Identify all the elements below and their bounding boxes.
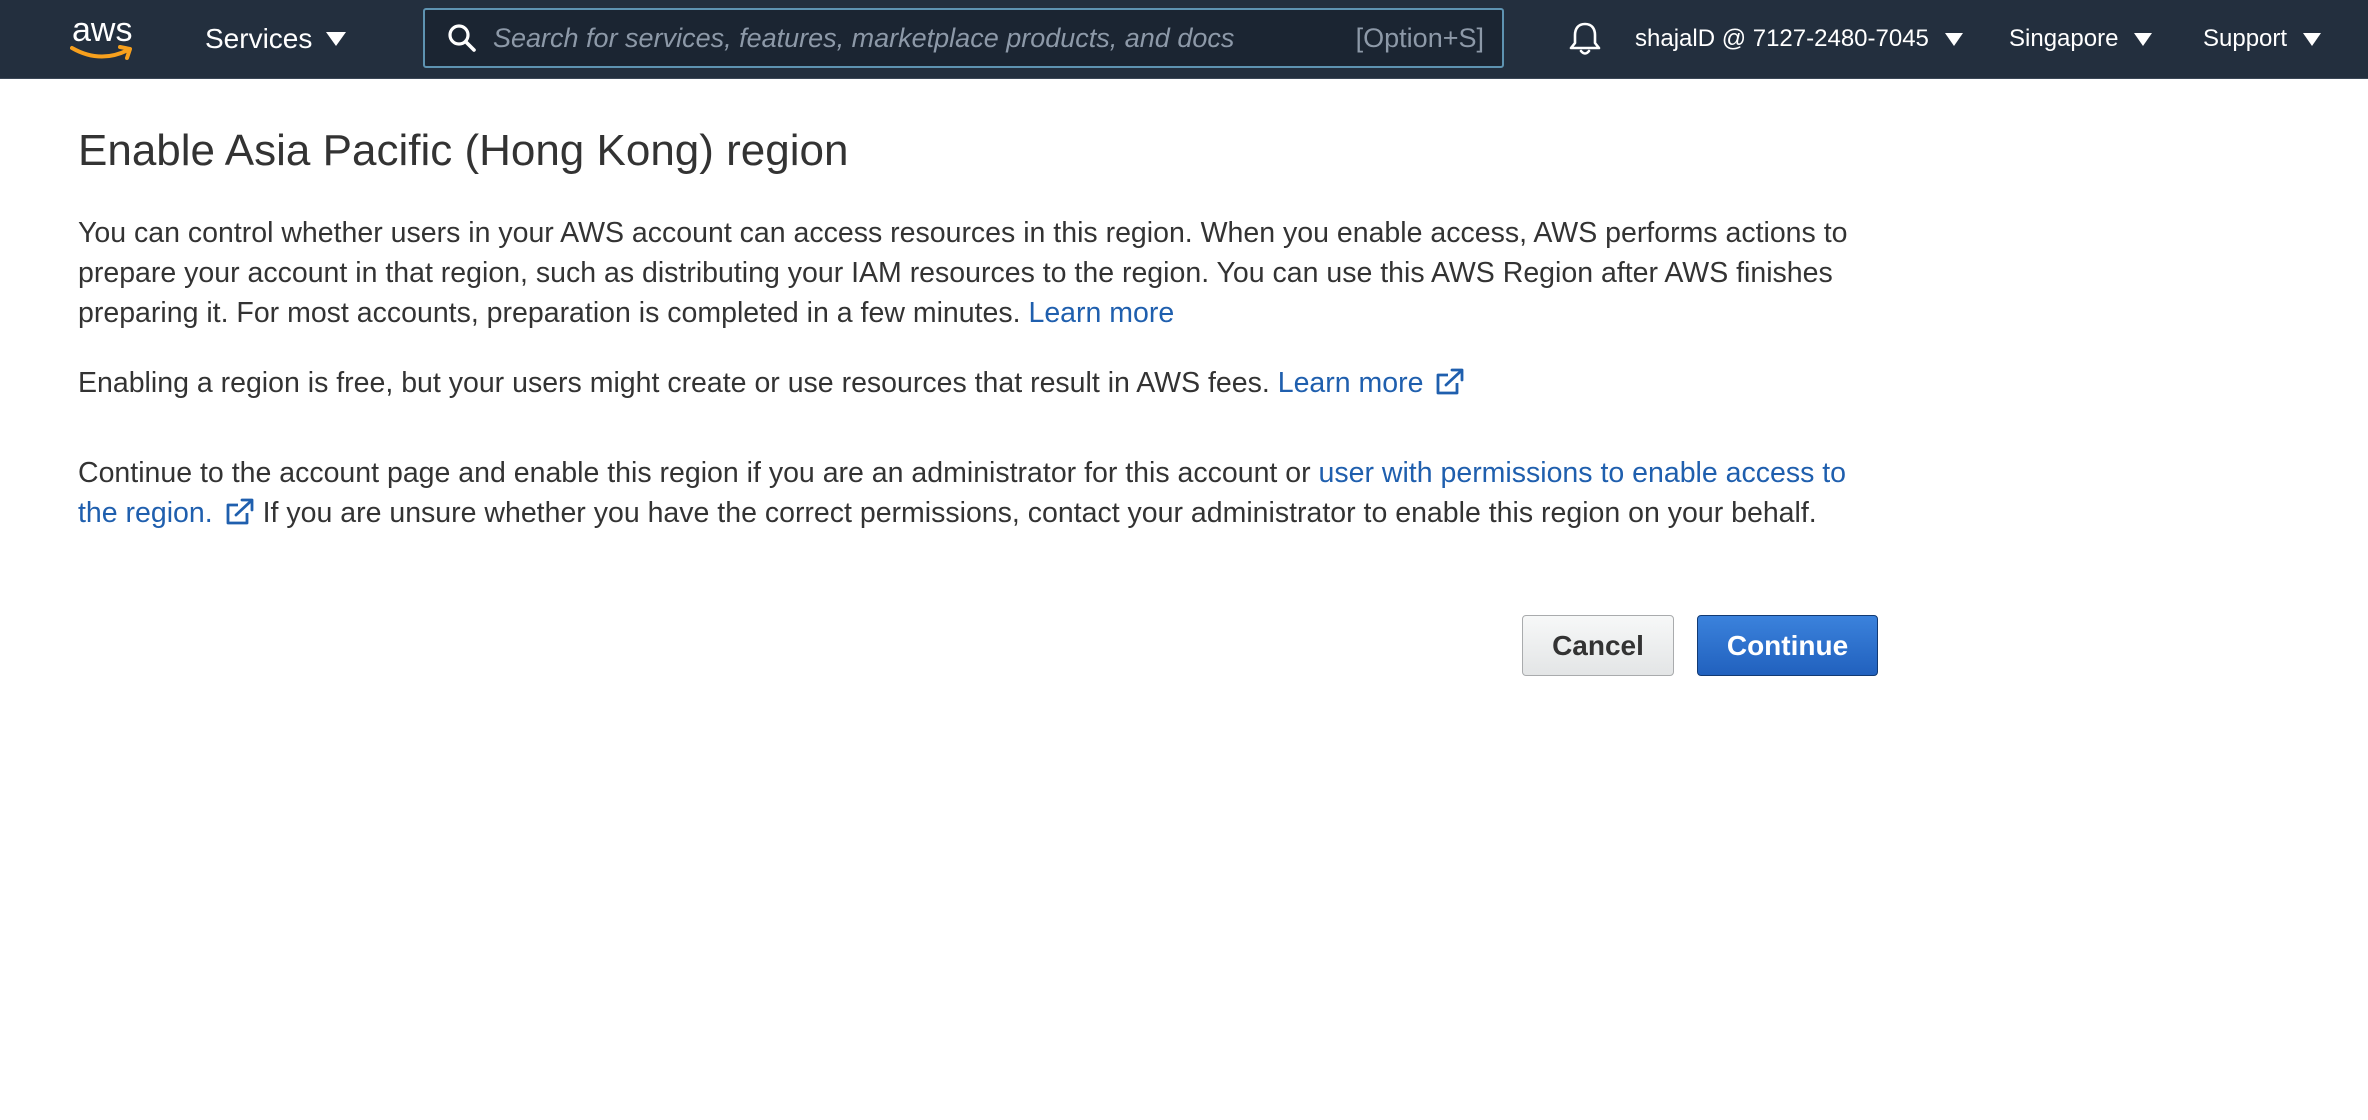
search-icon <box>445 21 479 55</box>
search-input[interactable] <box>493 10 1356 66</box>
region-label: Singapore <box>2009 25 2119 52</box>
permissions-text-before: Continue to the account page and enable … <box>78 457 1311 489</box>
search-bar[interactable]: [Option+S] <box>423 8 1504 68</box>
region-description-paragraph: You can control whether users in your AW… <box>78 213 1878 333</box>
caret-down-icon <box>1944 32 1963 46</box>
fees-text: Enabling a region is free, but your user… <box>78 367 1270 399</box>
support-menu[interactable]: Support <box>2203 0 2322 78</box>
cancel-button[interactable]: Cancel <box>1522 615 1674 676</box>
support-label: Support <box>2203 25 2288 52</box>
external-link-icon <box>1437 368 1464 395</box>
fees-learn-more-link[interactable]: Learn more <box>1278 367 1466 399</box>
bell-icon[interactable] <box>1567 20 1603 58</box>
account-label: shajalD @ 7127-2480-7045 <box>1635 25 1929 52</box>
aws-logo[interactable]: aws <box>70 12 140 64</box>
page-title: Enable Asia Pacific (Hong Kong) region <box>78 126 849 175</box>
caret-down-icon <box>2134 32 2153 46</box>
account-menu[interactable]: shajalD @ 7127-2480-7045 <box>1635 0 1963 78</box>
services-menu[interactable]: Services <box>205 0 347 78</box>
region-description-text: You can control whether users in your AW… <box>78 217 1848 329</box>
permissions-text-after: If you are unsure whether you have the c… <box>262 497 1817 529</box>
fees-paragraph: Enabling a region is free, but your user… <box>78 363 1878 403</box>
fees-learn-more-label: Learn more <box>1277 367 1424 399</box>
search-shortcut-hint: [Option+S] <box>1355 22 1484 53</box>
external-link-icon <box>226 498 254 525</box>
caret-down-icon <box>326 32 347 46</box>
continue-button[interactable]: Continue <box>1697 615 1878 676</box>
aws-smile-icon <box>70 45 132 60</box>
learn-more-link[interactable]: Learn more <box>1028 297 1174 329</box>
top-navigation-bar: aws Services [Option+S] shajalD @ 7127-2… <box>0 0 2368 79</box>
permissions-paragraph: Continue to the account page and enable … <box>78 453 1878 533</box>
services-label: Services <box>205 23 313 54</box>
caret-down-icon <box>2303 32 2322 46</box>
region-menu[interactable]: Singapore <box>2009 0 2153 78</box>
